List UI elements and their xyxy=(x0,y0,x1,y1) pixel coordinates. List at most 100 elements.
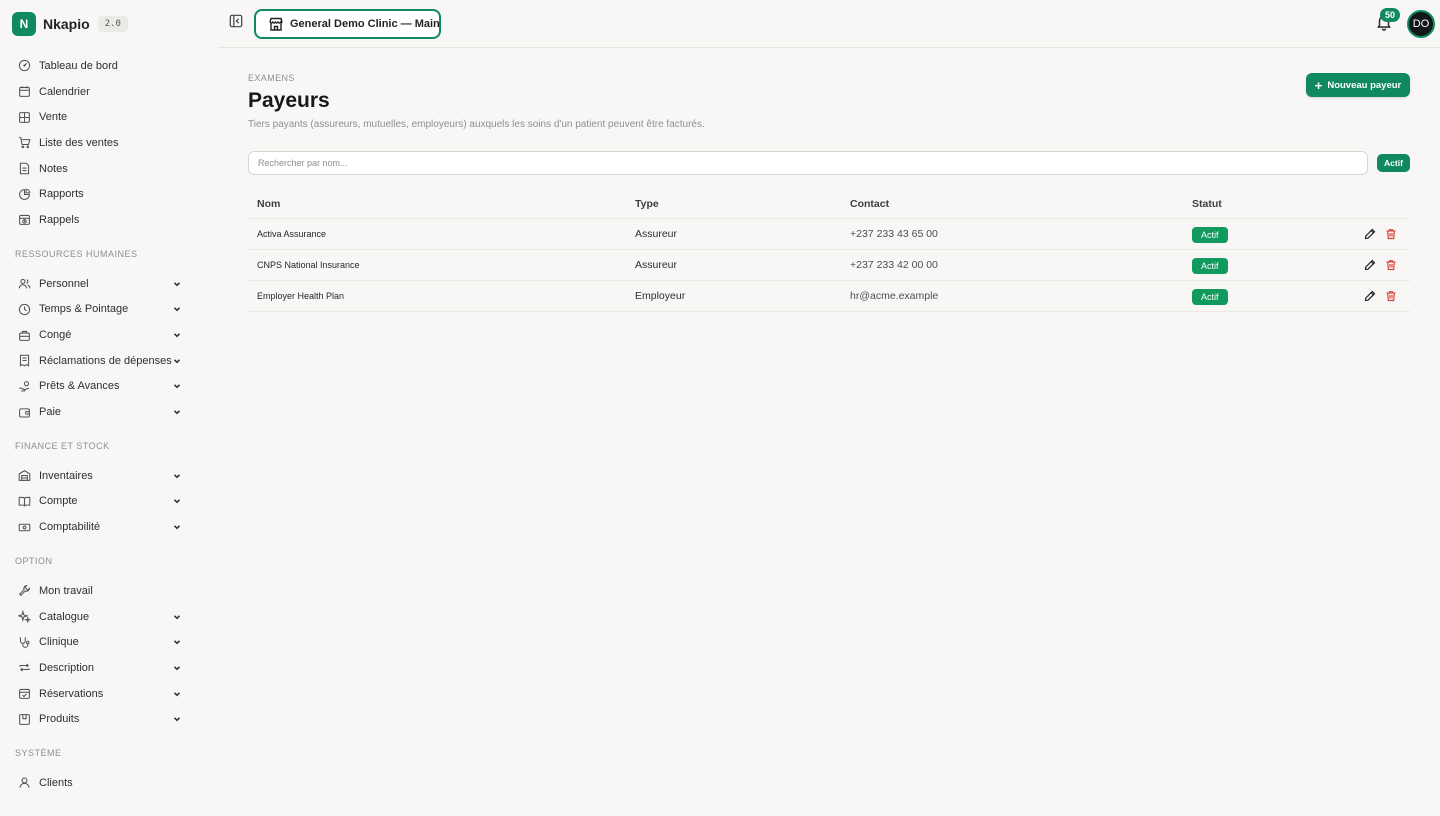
chevron-down-icon[interactable] xyxy=(172,330,182,340)
sidebar-item-label: Personnel xyxy=(39,277,89,290)
sidebar-item-paie[interactable]: Paie xyxy=(0,399,200,425)
pencil-icon[interactable] xyxy=(1364,228,1376,240)
chevron-down-icon[interactable] xyxy=(172,522,182,532)
topbar: General Demo Clinic — Main 50 DO xyxy=(218,0,1440,48)
sidebar-item-clients[interactable]: Clients xyxy=(0,770,200,796)
chevron-down-icon[interactable] xyxy=(172,714,182,724)
sidebar-item-label: Produits xyxy=(39,713,80,726)
sidebar-item-label: Comptabilité xyxy=(39,521,101,534)
sidebar-item-label: Réservations xyxy=(39,687,104,700)
sidebar-item-rapports[interactable]: Rapports xyxy=(0,181,200,207)
chevron-down-icon[interactable] xyxy=(172,356,182,366)
sidebar-item-vente[interactable]: Vente xyxy=(0,104,200,130)
notification-count-badge: 50 xyxy=(1380,8,1401,22)
sidebar-item-reservations[interactable]: Réservations xyxy=(0,681,200,707)
status-badge: Actif xyxy=(1192,227,1228,243)
warehouse-icon xyxy=(18,469,31,482)
user-avatar[interactable]: DO xyxy=(1407,10,1435,38)
chevron-down-icon[interactable] xyxy=(172,612,182,622)
table-row[interactable]: Employer Health Plan Employeur hr@acme.exa… xyxy=(248,281,1410,312)
sidebar-item-prets-avances[interactable]: Prêts & Avances xyxy=(0,374,200,400)
pencil-icon[interactable] xyxy=(1364,259,1376,271)
sidebar-toggle-icon[interactable] xyxy=(229,14,243,28)
receipt-icon xyxy=(18,354,31,368)
sidebar-item-produits[interactable]: Produits xyxy=(0,706,200,732)
sidebar-item-label: Compte xyxy=(39,495,78,508)
chevron-down-icon[interactable] xyxy=(172,381,182,391)
trash-icon[interactable] xyxy=(1385,290,1397,302)
sidebar-item-label: Paie xyxy=(39,406,62,419)
sidebar-item-label: Prêts & Avances xyxy=(39,380,120,393)
status-badge: Actif xyxy=(1192,258,1228,274)
table-row[interactable]: Activa Assurance Assureur +237 233 43 65 0… xyxy=(248,219,1410,250)
wallet-icon xyxy=(18,406,31,419)
sidebar-item-label: Clients xyxy=(39,776,73,789)
payer-name: Activa Assurance xyxy=(257,229,327,239)
new-payer-button[interactable]: + Nouveau payeur xyxy=(1306,73,1410,97)
sidebar-item-compte[interactable]: Compte xyxy=(0,489,200,515)
calendar-clock-icon xyxy=(18,213,31,226)
column-header-status[interactable]: Statut xyxy=(1192,198,1222,210)
clinic-selector-button[interactable]: General Demo Clinic — Main xyxy=(254,9,441,39)
sidebar-item-inventaires[interactable]: Inventaires xyxy=(0,463,200,489)
sidebar-item-label: Temps & Pointage xyxy=(39,303,129,316)
chart-pie-icon xyxy=(18,188,31,201)
sidebar-item-reclamations-de-depenses[interactable]: Réclamations de dépenses xyxy=(0,348,200,374)
briefcase-icon xyxy=(18,329,31,342)
status-filter-button[interactable]: Actif xyxy=(1377,154,1410,172)
chevron-down-icon[interactable] xyxy=(172,496,182,506)
version-badge: 2.0 xyxy=(97,16,128,32)
table-row[interactable]: CNPS National Insurance Assureur +237 233 … xyxy=(248,250,1410,281)
sidebar-item-label: Vente xyxy=(39,111,68,124)
sidebar-item-notes[interactable]: Notes xyxy=(0,156,200,182)
users-icon xyxy=(18,277,31,290)
dashboard-icon xyxy=(18,59,31,72)
trash-icon[interactable] xyxy=(1385,259,1397,271)
column-header-contact[interactable]: Contact xyxy=(850,198,889,210)
chevron-down-icon[interactable] xyxy=(172,471,182,481)
book-icon xyxy=(18,495,31,508)
sidebar: N Nkapio 2.0 Tableau de bord Calendrier Ve… xyxy=(0,0,200,816)
sidebar-item-label: Description xyxy=(39,661,95,674)
sidebar-item-comptabilite[interactable]: Comptabilité xyxy=(0,514,200,540)
new-payer-button-label: Nouveau payeur xyxy=(1327,79,1402,91)
sidebar-item-liste-des-ventes[interactable]: Liste des ventes xyxy=(0,130,200,156)
chevron-down-icon[interactable] xyxy=(172,637,182,647)
sidebar-item-tableau-de-bord[interactable]: Tableau de bord xyxy=(0,53,200,79)
search-input[interactable] xyxy=(248,151,1368,175)
sidebar-item-personnel[interactable]: Personnel xyxy=(0,271,200,297)
pencil-icon[interactable] xyxy=(1364,290,1376,302)
column-header-type[interactable]: Type xyxy=(635,198,659,210)
sidebar-section-title: RESSOURCES HUMAINES xyxy=(15,248,138,259)
trash-icon[interactable] xyxy=(1385,228,1397,240)
column-header-name[interactable]: Nom xyxy=(257,198,280,210)
chevron-down-icon[interactable] xyxy=(172,663,182,673)
sidebar-section-title: OPTION xyxy=(15,556,53,566)
sidebar-item-label: Congé xyxy=(39,329,72,342)
sidebar-item-label: Tableau de bord xyxy=(39,59,118,72)
sidebar-item-description[interactable]: Description xyxy=(0,655,200,681)
sidebar-item-rappels[interactable]: Rappels xyxy=(0,207,200,233)
sidebar-nav: Tableau de bord Calendrier Vente Liste des … xyxy=(0,53,200,796)
sidebar-item-catalogue[interactable]: Catalogue xyxy=(0,604,200,630)
sidebar-item-temps-pointage[interactable]: Temps & Pointage xyxy=(0,297,200,323)
payer-contact: +237 233 43 65 00 xyxy=(850,228,938,240)
store-icon xyxy=(268,16,284,32)
chevron-down-icon[interactable] xyxy=(172,279,182,289)
wrench-icon xyxy=(18,584,31,597)
sidebar-item-conge[interactable]: Congé xyxy=(0,322,200,348)
sidebar-item-clinique[interactable]: Clinique xyxy=(0,629,200,655)
chevron-down-icon[interactable] xyxy=(172,304,182,314)
clinic-selector-label: General Demo Clinic — Main xyxy=(290,18,440,30)
brand-name: Nkapio xyxy=(43,16,90,32)
payer-name: Employer Health Plan xyxy=(257,291,345,301)
chevron-down-icon[interactable] xyxy=(172,689,182,699)
sidebar-item-label: Inventaires xyxy=(39,469,93,482)
payer-type: Assureur xyxy=(635,259,678,271)
sidebar-item-mon-travail[interactable]: Mon travail xyxy=(0,578,200,604)
brand[interactable]: N Nkapio 2.0 xyxy=(12,12,128,36)
sidebar-item-calendrier[interactable]: Calendrier xyxy=(0,79,200,105)
payer-type: Assureur xyxy=(635,228,678,240)
chevron-down-icon[interactable] xyxy=(172,407,182,417)
sidebar-section-title: SYSTÈME xyxy=(15,748,62,759)
